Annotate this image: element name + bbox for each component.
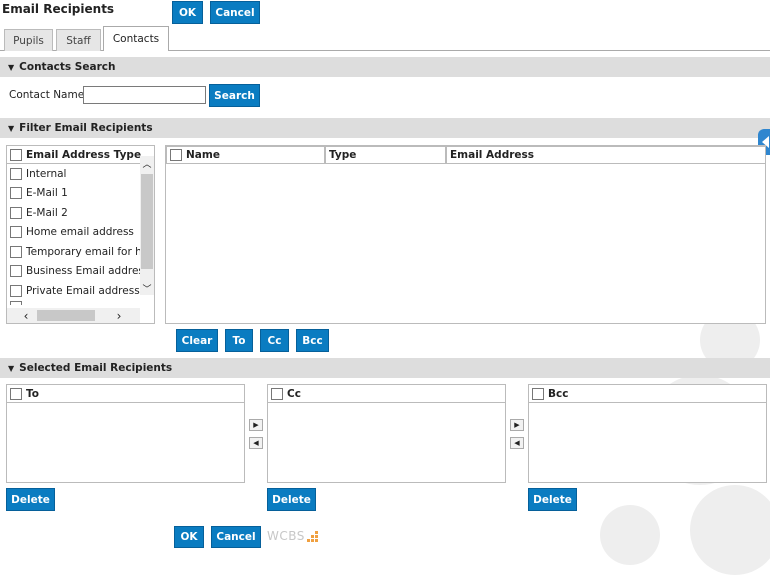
filter-recipients-header[interactable]: ▼ Filter Email Recipients (0, 118, 770, 138)
dialog-title: Email Recipients (2, 2, 115, 16)
background-circle (600, 505, 660, 565)
move-right-icon[interactable]: ▶ (510, 419, 524, 431)
list-item[interactable]: E-Mail 2 (10, 203, 142, 222)
collapse-triangle-icon: ▼ (8, 62, 15, 72)
tab-contacts[interactable]: Contacts (103, 26, 169, 51)
grid-header-type[interactable]: Type (325, 146, 446, 164)
collapse-triangle-icon: ▼ (8, 363, 15, 373)
contact-name-label: Contact Name (9, 89, 85, 101)
cancel-button-bottom[interactable]: Cancel (211, 526, 261, 548)
type-checkbox[interactable] (10, 186, 22, 199)
type-checkbox[interactable] (10, 206, 22, 219)
move-left-icon[interactable]: ◀ (249, 437, 263, 449)
contacts-search-header[interactable]: ▼ Contacts Search (0, 57, 770, 77)
add-cc-button[interactable]: Cc (260, 329, 289, 352)
select-all-types-checkbox[interactable] (10, 148, 22, 161)
type-label: E-Mail 1 (26, 186, 68, 199)
add-bcc-button[interactable]: Bcc (296, 329, 329, 352)
type-label: Business Email addres (26, 264, 142, 277)
list-item[interactable]: Business Email addres (10, 261, 142, 280)
delete-to-button[interactable]: Delete (6, 488, 55, 511)
contacts-search-title: Contacts Search (19, 61, 116, 73)
move-left-icon[interactable]: ◀ (510, 437, 524, 449)
type-label: Home email address (26, 225, 134, 238)
logo-dots-icon (306, 530, 318, 542)
address-types-list: Email Address Types Internal E-Mail 1 E-… (6, 145, 155, 324)
address-types-header: Email Address Types (7, 146, 141, 164)
cancel-button-top[interactable]: Cancel (210, 1, 260, 24)
background-circle (690, 485, 770, 575)
select-all-grid-checkbox[interactable] (170, 149, 182, 161)
tab-strip: Pupils Staff Contacts (0, 26, 770, 51)
cc-list-header-label: Cc (287, 387, 301, 400)
wcbs-logo: WCBS (267, 526, 318, 546)
address-types-header-label: Email Address Types (26, 148, 141, 161)
grid-header-name-label: Name (186, 149, 220, 161)
selected-recipients-title: Selected Email Recipients (19, 362, 173, 374)
type-checkbox[interactable] (10, 264, 22, 277)
contact-name-input[interactable] (83, 86, 206, 104)
move-right-icon[interactable]: ▶ (249, 419, 263, 431)
to-list-header: To (7, 385, 244, 403)
horizontal-scroll-thumb[interactable] (37, 310, 95, 321)
add-to-button[interactable]: To (225, 329, 253, 352)
list-item[interactable]: Internal (10, 164, 142, 183)
cc-recipients-list: Cc (267, 384, 506, 483)
select-all-cc-checkbox[interactable] (271, 387, 283, 400)
type-label: E-Mail 2 (26, 206, 68, 219)
wcbs-logo-text: WCBS (267, 529, 305, 543)
vertical-scrollbar[interactable]: ︿ ﹀ (140, 156, 154, 295)
select-all-to-checkbox[interactable] (10, 387, 22, 400)
delete-bcc-button[interactable]: Delete (528, 488, 577, 511)
type-label: Internal (26, 167, 67, 180)
type-checkbox[interactable] (10, 225, 22, 238)
recipients-grid: Name Type Email Address (165, 145, 766, 324)
scroll-right-icon[interactable]: › (112, 308, 126, 323)
bcc-recipients-list: Bcc (528, 384, 767, 483)
scroll-left-icon[interactable]: ‹ (19, 308, 33, 323)
type-checkbox[interactable] (10, 167, 22, 180)
type-checkbox[interactable] (10, 284, 22, 297)
clear-button[interactable]: Clear (176, 329, 218, 352)
partial-list-item (10, 301, 142, 305)
list-item[interactable]: Home email address (10, 222, 142, 241)
horizontal-scrollbar[interactable]: ‹ › (7, 308, 140, 323)
collapse-triangle-icon: ▼ (8, 123, 15, 133)
type-label: Temporary email for h (26, 245, 142, 258)
list-item[interactable]: E-Mail 1 (10, 183, 142, 202)
grid-header-name[interactable]: Name (166, 146, 325, 164)
to-recipients-list: To (6, 384, 245, 483)
bcc-list-header-label: Bcc (548, 387, 569, 400)
cc-list-header: Cc (268, 385, 505, 403)
selected-recipients-header[interactable]: ▼ Selected Email Recipients (0, 358, 770, 378)
ok-button-top[interactable]: OK (172, 1, 203, 24)
vertical-scroll-thumb[interactable] (141, 174, 153, 269)
list-item[interactable]: Temporary email for h (10, 242, 142, 261)
to-list-header-label: To (26, 387, 39, 400)
grid-header-email[interactable]: Email Address (446, 146, 766, 164)
delete-cc-button[interactable]: Delete (267, 488, 316, 511)
search-button[interactable]: Search (209, 84, 260, 107)
scroll-down-icon[interactable]: ﹀ (140, 281, 154, 295)
tab-pupils[interactable]: Pupils (4, 29, 53, 51)
list-item[interactable]: Private Email address (10, 281, 142, 300)
type-checkbox[interactable] (10, 245, 22, 258)
filter-recipients-title: Filter Email Recipients (19, 122, 153, 134)
tab-staff[interactable]: Staff (56, 29, 101, 51)
ok-button-bottom[interactable]: OK (174, 526, 204, 548)
bcc-list-header: Bcc (529, 385, 766, 403)
select-all-bcc-checkbox[interactable] (532, 387, 544, 400)
type-label: Private Email address (26, 284, 140, 297)
scroll-up-icon[interactable]: ︿ (140, 156, 154, 170)
